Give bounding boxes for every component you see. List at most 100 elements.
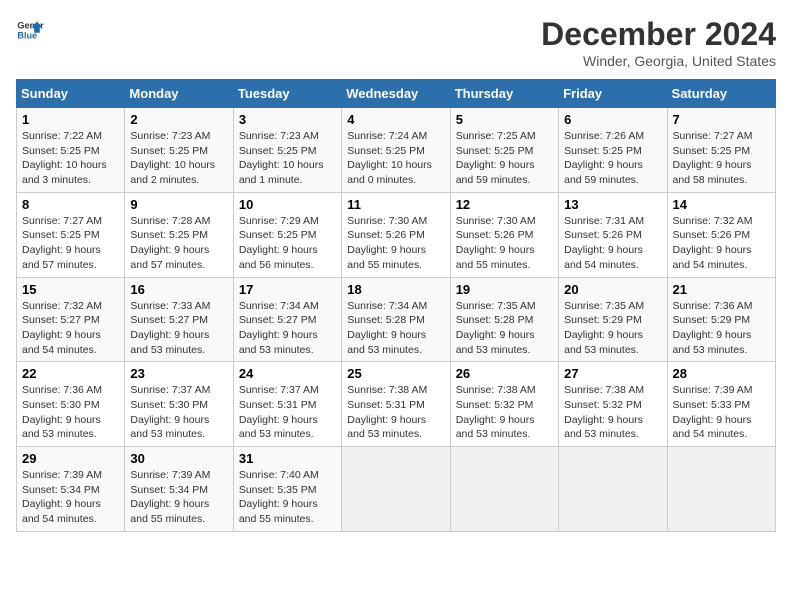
calendar-cell	[559, 447, 667, 532]
day-info: Sunrise: 7:38 AM Sunset: 5:31 PM Dayligh…	[347, 383, 444, 442]
calendar-cell: 20 Sunrise: 7:35 AM Sunset: 5:29 PM Dayli…	[559, 277, 667, 362]
header-day-sunday: Sunday	[17, 80, 125, 108]
header: General Blue December 2024 Winder, Georg…	[16, 16, 776, 69]
calendar-cell: 29 Sunrise: 7:39 AM Sunset: 5:34 PM Dayli…	[17, 447, 125, 532]
day-number: 15	[22, 282, 119, 297]
calendar-cell: 27 Sunrise: 7:38 AM Sunset: 5:32 PM Dayli…	[559, 362, 667, 447]
day-number: 5	[456, 112, 553, 127]
calendar-cell: 6 Sunrise: 7:26 AM Sunset: 5:25 PM Daylig…	[559, 108, 667, 193]
day-info: Sunrise: 7:34 AM Sunset: 5:27 PM Dayligh…	[239, 299, 336, 358]
calendar-cell: 5 Sunrise: 7:25 AM Sunset: 5:25 PM Daylig…	[450, 108, 558, 193]
day-number: 24	[239, 366, 336, 381]
day-number: 26	[456, 366, 553, 381]
day-number: 23	[130, 366, 227, 381]
header-day-thursday: Thursday	[450, 80, 558, 108]
day-number: 7	[673, 112, 770, 127]
day-number: 19	[456, 282, 553, 297]
day-info: Sunrise: 7:35 AM Sunset: 5:28 PM Dayligh…	[456, 299, 553, 358]
calendar-cell: 22Sunrise: 7:36 AM Sunset: 5:30 PM Dayli…	[17, 362, 125, 447]
day-info: Sunrise: 7:23 AM Sunset: 5:25 PM Dayligh…	[239, 129, 336, 188]
logo: General Blue	[16, 16, 44, 44]
day-info: Sunrise: 7:28 AM Sunset: 5:25 PM Dayligh…	[130, 214, 227, 273]
calendar-cell: 1 Sunrise: 7:22 AM Sunset: 5:25 PM Daylig…	[17, 108, 125, 193]
calendar-cell: 28 Sunrise: 7:39 AM Sunset: 5:33 PM Dayli…	[667, 362, 775, 447]
title-area: December 2024 Winder, Georgia, United St…	[541, 16, 776, 69]
week-row-3: 15 Sunrise: 7:32 AM Sunset: 5:27 PM Dayli…	[17, 277, 776, 362]
day-number: 27	[564, 366, 661, 381]
day-number: 30	[130, 451, 227, 466]
day-number: 4	[347, 112, 444, 127]
day-info: Sunrise: 7:33 AM Sunset: 5:27 PM Dayligh…	[130, 299, 227, 358]
day-number: 12	[456, 197, 553, 212]
calendar-cell	[667, 447, 775, 532]
calendar-cell: 26Sunrise: 7:38 AM Sunset: 5:32 PM Dayli…	[450, 362, 558, 447]
day-number: 28	[673, 366, 770, 381]
day-info: Sunrise: 7:32 AM Sunset: 5:27 PM Dayligh…	[22, 299, 119, 358]
day-info: Sunrise: 7:39 AM Sunset: 5:34 PM Dayligh…	[22, 468, 119, 527]
calendar-cell: 11 Sunrise: 7:30 AM Sunset: 5:26 PM Dayli…	[342, 192, 450, 277]
day-number: 13	[564, 197, 661, 212]
svg-text:Blue: Blue	[17, 30, 37, 40]
day-number: 16	[130, 282, 227, 297]
day-number: 8	[22, 197, 119, 212]
day-info: Sunrise: 7:26 AM Sunset: 5:25 PM Dayligh…	[564, 129, 661, 188]
calendar-cell: 16 Sunrise: 7:33 AM Sunset: 5:27 PM Dayli…	[125, 277, 233, 362]
calendar-cell: 13 Sunrise: 7:31 AM Sunset: 5:26 PM Dayli…	[559, 192, 667, 277]
calendar-cell: 14 Sunrise: 7:32 AM Sunset: 5:26 PM Dayli…	[667, 192, 775, 277]
calendar-cell: 3 Sunrise: 7:23 AM Sunset: 5:25 PM Daylig…	[233, 108, 341, 193]
day-number: 1	[22, 112, 119, 127]
calendar-cell: 17 Sunrise: 7:34 AM Sunset: 5:27 PM Dayli…	[233, 277, 341, 362]
day-info: Sunrise: 7:31 AM Sunset: 5:26 PM Dayligh…	[564, 214, 661, 273]
day-number: 6	[564, 112, 661, 127]
day-info: Sunrise: 7:37 AM Sunset: 5:31 PM Dayligh…	[239, 383, 336, 442]
calendar-cell: 7 Sunrise: 7:27 AM Sunset: 5:25 PM Daylig…	[667, 108, 775, 193]
day-number: 11	[347, 197, 444, 212]
day-number: 31	[239, 451, 336, 466]
week-row-5: 29 Sunrise: 7:39 AM Sunset: 5:34 PM Dayli…	[17, 447, 776, 532]
page-subtitle: Winder, Georgia, United States	[541, 53, 776, 69]
day-number: 9	[130, 197, 227, 212]
calendar-cell: 15 Sunrise: 7:32 AM Sunset: 5:27 PM Dayli…	[17, 277, 125, 362]
day-info: Sunrise: 7:22 AM Sunset: 5:25 PM Dayligh…	[22, 129, 119, 188]
day-number: 14	[673, 197, 770, 212]
week-row-2: 8 Sunrise: 7:27 AM Sunset: 5:25 PM Daylig…	[17, 192, 776, 277]
day-info: Sunrise: 7:29 AM Sunset: 5:25 PM Dayligh…	[239, 214, 336, 273]
day-info: Sunrise: 7:27 AM Sunset: 5:25 PM Dayligh…	[22, 214, 119, 273]
header-day-monday: Monday	[125, 80, 233, 108]
header-day-friday: Friday	[559, 80, 667, 108]
day-info: Sunrise: 7:36 AM Sunset: 5:29 PM Dayligh…	[673, 299, 770, 358]
calendar-cell	[450, 447, 558, 532]
logo-icon: General Blue	[16, 16, 44, 44]
day-info: Sunrise: 7:39 AM Sunset: 5:33 PM Dayligh…	[673, 383, 770, 442]
calendar-cell: 18Sunrise: 7:34 AM Sunset: 5:28 PM Dayli…	[342, 277, 450, 362]
header-row: SundayMondayTuesdayWednesdayThursdayFrid…	[17, 80, 776, 108]
day-info: Sunrise: 7:27 AM Sunset: 5:25 PM Dayligh…	[673, 129, 770, 188]
day-info: Sunrise: 7:37 AM Sunset: 5:30 PM Dayligh…	[130, 383, 227, 442]
week-row-4: 22Sunrise: 7:36 AM Sunset: 5:30 PM Dayli…	[17, 362, 776, 447]
page-title: December 2024	[541, 16, 776, 53]
header-day-wednesday: Wednesday	[342, 80, 450, 108]
day-number: 3	[239, 112, 336, 127]
day-info: Sunrise: 7:23 AM Sunset: 5:25 PM Dayligh…	[130, 129, 227, 188]
day-info: Sunrise: 7:25 AM Sunset: 5:25 PM Dayligh…	[456, 129, 553, 188]
day-number: 29	[22, 451, 119, 466]
calendar-cell: 4 Sunrise: 7:24 AM Sunset: 5:25 PM Daylig…	[342, 108, 450, 193]
day-info: Sunrise: 7:30 AM Sunset: 5:26 PM Dayligh…	[347, 214, 444, 273]
day-number: 17	[239, 282, 336, 297]
day-info: Sunrise: 7:38 AM Sunset: 5:32 PM Dayligh…	[564, 383, 661, 442]
day-info: Sunrise: 7:24 AM Sunset: 5:25 PM Dayligh…	[347, 129, 444, 188]
calendar-cell: 8 Sunrise: 7:27 AM Sunset: 5:25 PM Daylig…	[17, 192, 125, 277]
calendar-table: SundayMondayTuesdayWednesdayThursdayFrid…	[16, 79, 776, 532]
calendar-cell	[342, 447, 450, 532]
day-number: 20	[564, 282, 661, 297]
day-info: Sunrise: 7:35 AM Sunset: 5:29 PM Dayligh…	[564, 299, 661, 358]
day-number: 21	[673, 282, 770, 297]
calendar-cell: 19 Sunrise: 7:35 AM Sunset: 5:28 PM Dayli…	[450, 277, 558, 362]
calendar-cell: 24 Sunrise: 7:37 AM Sunset: 5:31 PM Dayli…	[233, 362, 341, 447]
day-number: 25	[347, 366, 444, 381]
calendar-cell: 10 Sunrise: 7:29 AM Sunset: 5:25 PM Dayli…	[233, 192, 341, 277]
calendar-cell: 25 Sunrise: 7:38 AM Sunset: 5:31 PM Dayli…	[342, 362, 450, 447]
day-info: Sunrise: 7:32 AM Sunset: 5:26 PM Dayligh…	[673, 214, 770, 273]
day-info: Sunrise: 7:40 AM Sunset: 5:35 PM Dayligh…	[239, 468, 336, 527]
day-number: 10	[239, 197, 336, 212]
